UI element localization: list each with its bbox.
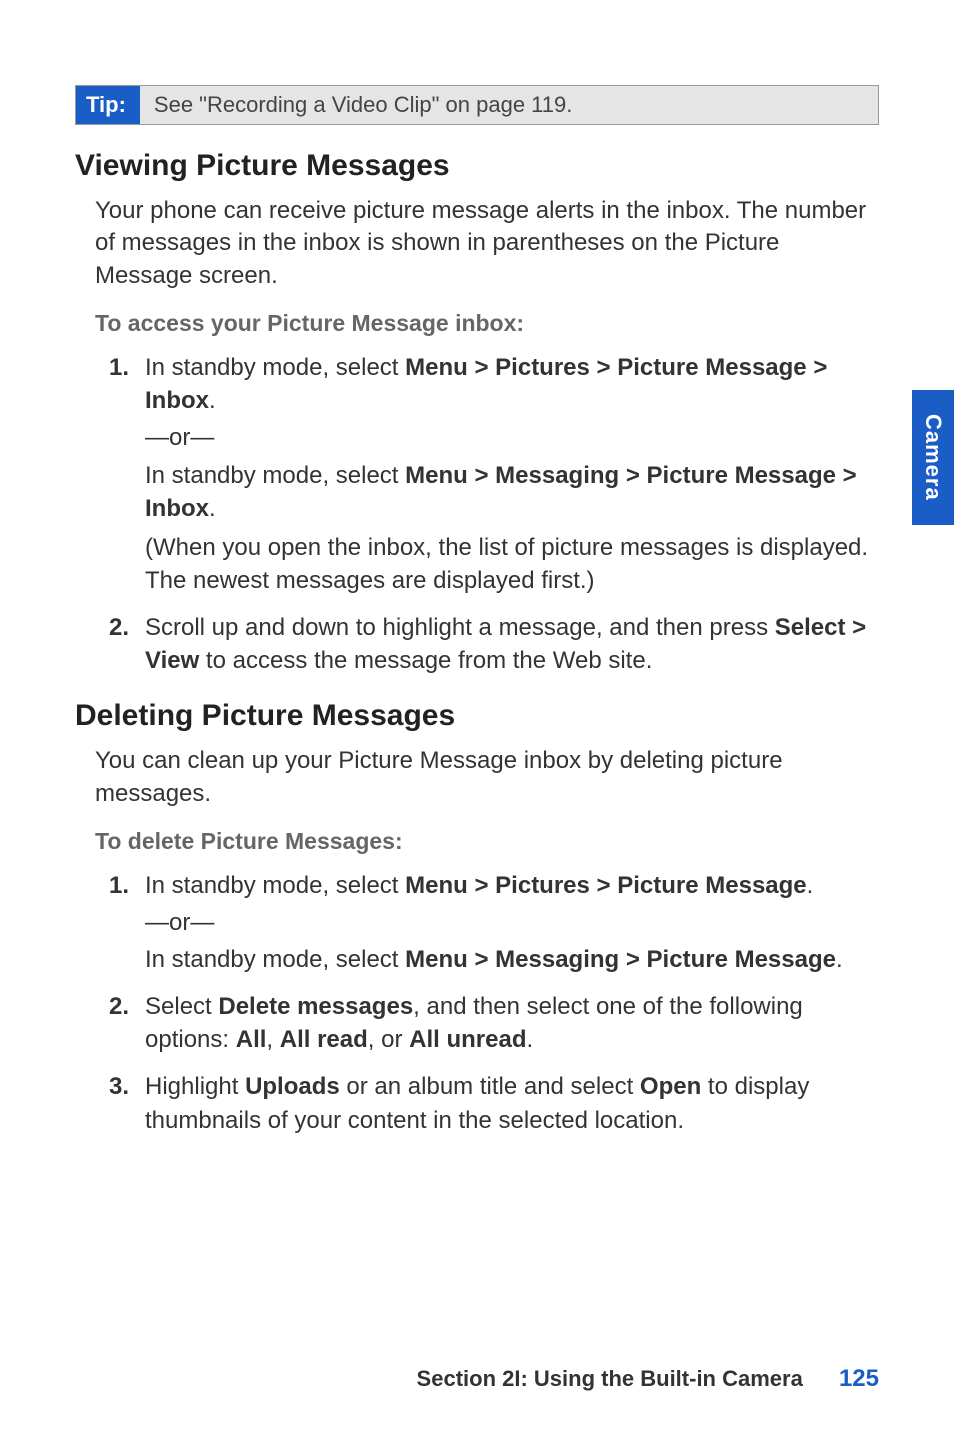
step-1-deleting: 1. In standby mode, select Menu > Pictur…	[109, 869, 879, 976]
text: to access the message from the Web site.	[199, 647, 652, 674]
text: In standby mode, select	[145, 946, 405, 973]
or-divider: —or—	[145, 421, 879, 454]
text: Scroll up and down to highlight a messag…	[145, 614, 775, 641]
option: All read	[280, 1026, 368, 1053]
intro-text-1: Your phone can receive picture message a…	[95, 195, 879, 292]
text: Highlight	[145, 1073, 245, 1100]
heading-viewing-picture-messages: Viewing Picture Messages	[75, 149, 879, 183]
or-divider: —or—	[145, 906, 879, 939]
step-content: Select Delete messages, and then select …	[145, 990, 879, 1056]
text: In standby mode, select	[145, 872, 405, 899]
option: All	[236, 1026, 267, 1053]
heading-deleting-picture-messages: Deleting Picture Messages	[75, 699, 879, 733]
footer-section: Section 2I: Using the Built-in Camera	[417, 1366, 803, 1391]
intro-text-2: You can clean up your Picture Message in…	[95, 745, 879, 810]
step-content: Highlight Uploads or an album title and …	[145, 1070, 879, 1136]
step-number: 2.	[109, 611, 145, 677]
step-number: 1.	[109, 869, 145, 976]
step-2-deleting: 2. Select Delete messages, and then sele…	[109, 990, 879, 1056]
footer-page-number: 125	[839, 1365, 879, 1392]
page-footer: Section 2I: Using the Built-in Camera 12…	[417, 1365, 879, 1393]
text: Select	[145, 993, 218, 1020]
menu-path: Menu > Messaging > Picture Message	[405, 946, 836, 973]
step-1-viewing: 1. In standby mode, select Menu > Pictur…	[109, 351, 879, 597]
text: In standby mode, select	[145, 354, 405, 381]
text: In standby mode, select	[145, 462, 405, 489]
tip-label: Tip:	[76, 86, 140, 124]
menu-path: Delete messages	[218, 993, 413, 1020]
step-3-deleting: 3. Highlight Uploads or an album title a…	[109, 1070, 879, 1136]
menu-path: Open	[640, 1073, 701, 1100]
menu-path: Uploads	[245, 1073, 340, 1100]
tip-text: See "Recording a Video Clip" on page 119…	[140, 86, 586, 124]
option: All unread	[409, 1026, 526, 1053]
sub-heading-access-inbox: To access your Picture Message inbox:	[95, 310, 879, 337]
note-text: (When you open the inbox, the list of pi…	[145, 531, 879, 597]
menu-path: Menu > Pictures > Picture Message	[405, 872, 807, 899]
text: , or	[368, 1026, 409, 1053]
text: or an album title and select	[340, 1073, 640, 1100]
side-tab-camera: Camera	[912, 390, 954, 525]
step-number: 3.	[109, 1070, 145, 1136]
step-2-viewing: 2. Scroll up and down to highlight a mes…	[109, 611, 879, 677]
tip-callout: Tip: See "Recording a Video Clip" on pag…	[75, 85, 879, 125]
steps-deleting: 1. In standby mode, select Menu > Pictur…	[109, 869, 879, 1137]
step-number: 2.	[109, 990, 145, 1056]
step-number: 1.	[109, 351, 145, 597]
step-content: Scroll up and down to highlight a messag…	[145, 611, 879, 677]
step-content: In standby mode, select Menu > Pictures …	[145, 351, 879, 597]
steps-viewing: 1. In standby mode, select Menu > Pictur…	[109, 351, 879, 677]
sub-heading-delete: To delete Picture Messages:	[95, 828, 879, 855]
step-content: In standby mode, select Menu > Pictures …	[145, 869, 879, 976]
